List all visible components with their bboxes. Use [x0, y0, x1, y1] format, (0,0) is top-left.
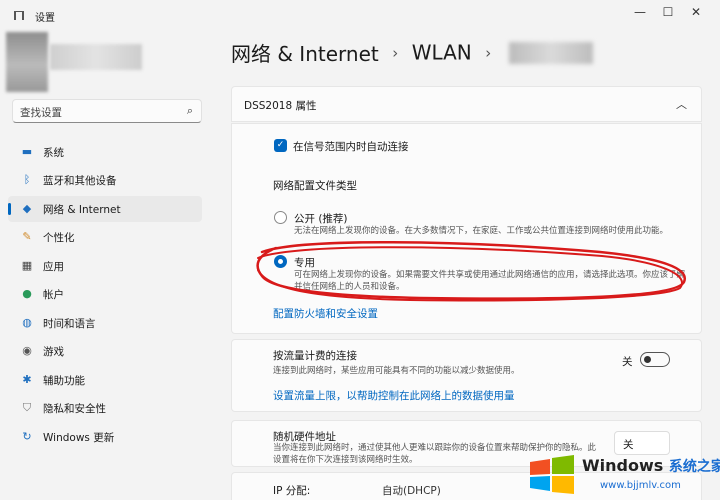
- watermark: Windows 系统之家 www.bjjmlv.com: [520, 448, 720, 500]
- metered-connection-card: 按流量计费的连接 连接到此网络时，某些应用可能具有不同的功能以减少数据使用。 关…: [231, 339, 702, 412]
- sidebar-item-label: 帐户: [43, 289, 64, 301]
- breadcrumb-separator: ›: [485, 43, 492, 62]
- properties-header[interactable]: DSS2018 属性 ︿: [231, 86, 702, 122]
- private-title: 专用: [294, 257, 315, 269]
- toggle-knob: [644, 356, 651, 363]
- system-icon: ▬: [21, 145, 33, 158]
- sidebar-item-label: 系统: [43, 147, 64, 159]
- sidebar-item-accessibility[interactable]: ✱ 辅助功能: [8, 367, 202, 393]
- auto-connect-checkbox[interactable]: ✓: [274, 139, 287, 152]
- account-icon: ●: [22, 287, 32, 300]
- sidebar-item-privacy[interactable]: ⛉ 隐私和安全性: [8, 395, 202, 421]
- chevron-up-icon[interactable]: ︿: [676, 96, 687, 112]
- breadcrumb-wlan[interactable]: WLAN: [412, 41, 472, 65]
- sidebar-item-bluetooth[interactable]: ᛒ 蓝牙和其他设备: [8, 167, 202, 193]
- sidebar-item-apps[interactable]: ▦ 应用: [8, 253, 202, 279]
- metered-toggle-label: 关: [622, 356, 633, 368]
- private-desc: 可在网络上发现你的设备。如果需要文件共享或使用通过此网络通信的应用，请选择此选项…: [294, 270, 686, 292]
- breadcrumb-network[interactable]: 网络 & Internet: [231, 42, 379, 66]
- watermark-brand: Windows 系统之家: [582, 456, 720, 476]
- public-desc: 无法在网络上发现你的设备。在大多数情况下，在家庭、工作或公共位置连接到网络时使用…: [294, 226, 669, 236]
- title-bar: 设置 — ☐ ✕: [0, 0, 720, 30]
- sidebar-item-label: 时间和语言: [43, 318, 96, 330]
- sidebar-item-personalization[interactable]: ✎ 个性化: [8, 224, 202, 250]
- search-icon: ⌕: [186, 104, 193, 117]
- accessibility-icon: ✱: [22, 373, 32, 386]
- sidebar-item-label: Windows 更新: [43, 432, 115, 444]
- public-radio[interactable]: [274, 211, 287, 224]
- search-input[interactable]: 查找设置 ⌕: [12, 99, 202, 123]
- metered-title: 按流量计费的连接: [273, 350, 357, 362]
- brush-icon: ✎: [22, 230, 32, 243]
- search-placeholder: 查找设置: [20, 107, 62, 119]
- watermark-url: www.bjjmlv.com: [600, 480, 681, 491]
- watermark-brand-text: Windows: [582, 456, 664, 475]
- breadcrumb-separator: ›: [392, 43, 399, 62]
- apps-icon: ▦: [21, 259, 33, 272]
- sidebar-item-windows-update[interactable]: ↻ Windows 更新: [8, 424, 202, 450]
- sidebar-item-label: 游戏: [43, 346, 64, 358]
- wifi-icon: ◆: [22, 202, 32, 215]
- data-limit-link[interactable]: 设置流量上限，以帮助控制在此网络上的数据使用量: [273, 388, 515, 403]
- profile-type-label: 网络配置文件类型: [273, 180, 357, 192]
- metered-toggle[interactable]: [640, 352, 670, 367]
- ip-value: 自动(DHCP): [382, 485, 441, 497]
- user-name-blurred: [50, 44, 142, 70]
- window-title: 设置: [35, 13, 55, 24]
- sidebar-item-accounts[interactable]: ● 帐户: [8, 281, 202, 307]
- avatar[interactable]: [6, 32, 48, 92]
- shield-icon: ⛉: [22, 401, 32, 414]
- back-icon[interactable]: [14, 11, 24, 20]
- sidebar-item-gaming[interactable]: ◉ 游戏: [8, 338, 202, 364]
- firewall-link[interactable]: 配置防火墙和安全设置: [273, 306, 378, 321]
- private-radio[interactable]: [274, 255, 287, 268]
- sidebar-item-label: 辅助功能: [43, 375, 85, 387]
- globe-icon: ◍: [22, 316, 32, 329]
- sidebar-item-label: 个性化: [43, 232, 75, 244]
- watermark-cn-text: 系统之家: [668, 459, 720, 475]
- maximize-button[interactable]: ☐: [654, 3, 682, 21]
- windows-logo-icon: [530, 455, 574, 494]
- gamepad-icon: ◉: [22, 344, 32, 357]
- metered-desc: 连接到此网络时，某些应用可能具有不同的功能以减少数据使用。: [273, 366, 520, 376]
- ip-label: IP 分配:: [273, 485, 311, 497]
- close-button[interactable]: ✕: [682, 3, 710, 21]
- sidebar-item-label: 蓝牙和其他设备: [43, 175, 117, 187]
- sidebar-item-label: 应用: [43, 261, 64, 273]
- breadcrumb-network-name-blurred: [508, 41, 593, 64]
- properties-title: DSS2018 属性: [244, 100, 317, 112]
- minimize-button[interactable]: —: [626, 3, 654, 21]
- sidebar-item-time-language[interactable]: ◍ 时间和语言: [8, 310, 202, 336]
- public-title: 公开 (推荐): [294, 213, 348, 225]
- breadcrumb: 网络 & Internet › WLAN ›: [231, 38, 593, 66]
- properties-body: ✓ 在信号范围内时自动连接 网络配置文件类型 公开 (推荐) 无法在网络上发现你…: [231, 123, 702, 334]
- sidebar-item-system[interactable]: ▬ 系统: [8, 139, 202, 165]
- auto-connect-label: 在信号范围内时自动连接: [293, 141, 409, 153]
- update-icon: ↻: [22, 430, 32, 443]
- sidebar-item-label: 隐私和安全性: [43, 403, 106, 415]
- active-indicator: [8, 203, 11, 215]
- sidebar-item-label: 网络 & Internet: [43, 204, 121, 216]
- sidebar-item-network[interactable]: ◆ 网络 & Internet: [8, 196, 202, 222]
- bluetooth-icon: ᛒ: [23, 173, 31, 186]
